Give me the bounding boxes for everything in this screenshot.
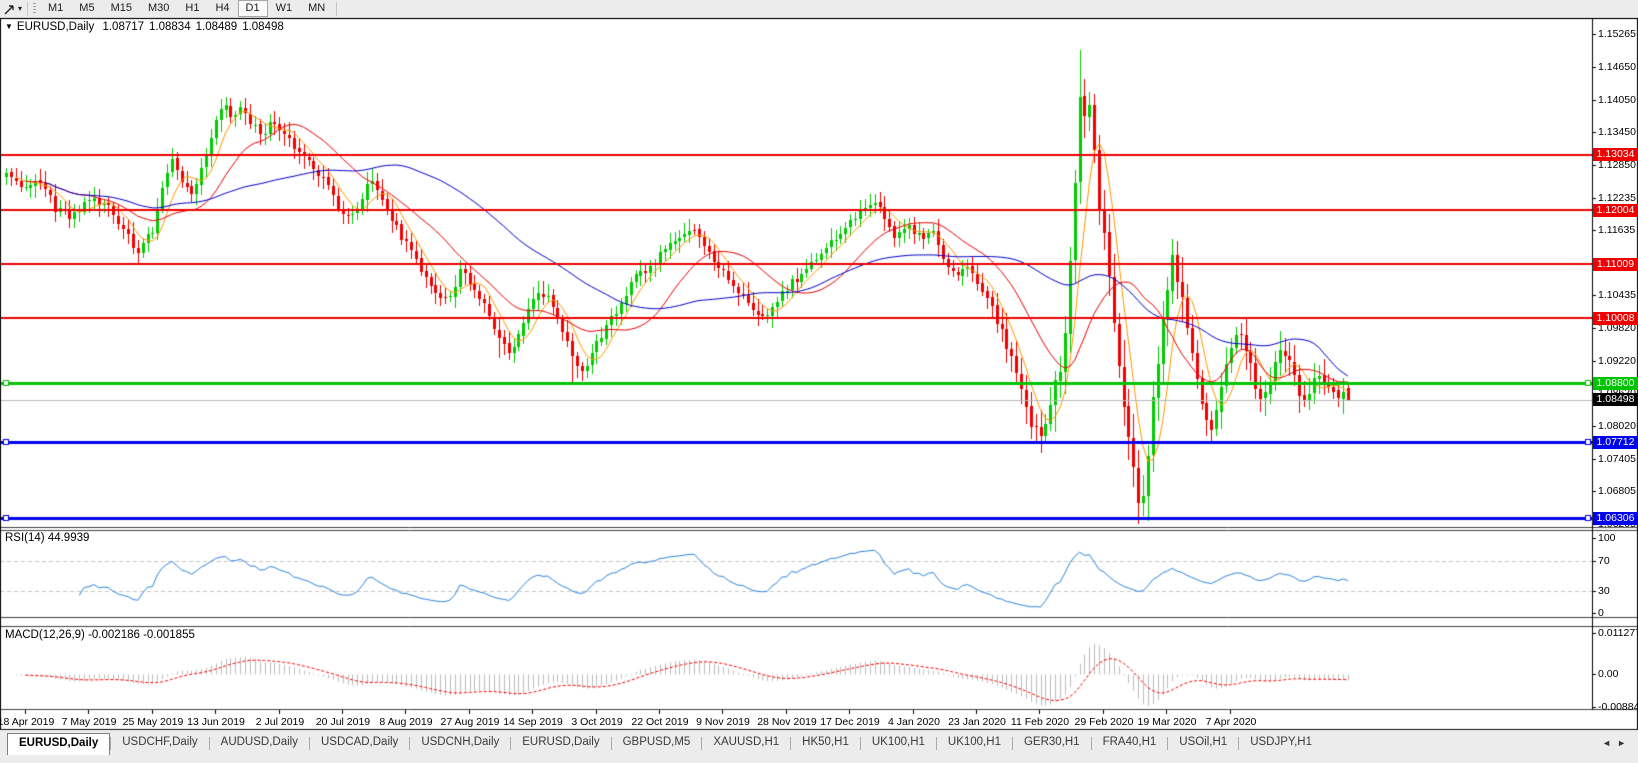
chart-tab-USDCAD-Daily[interactable]: USDCAD,Daily: [310, 733, 409, 753]
date-label: 18 Apr 2019: [0, 716, 55, 728]
chart-tab-XAUUSD-H1[interactable]: XAUUSD,H1: [702, 733, 790, 753]
resistance-line-tag: 1.10008: [1593, 312, 1638, 325]
date-label: 25 May 2019: [122, 716, 184, 728]
timeframe-button-D1[interactable]: D1: [237, 0, 268, 17]
date-label: 22 Oct 2019: [631, 716, 689, 728]
date-label: 2 Jul 2019: [255, 716, 305, 728]
date-label: 7 Apr 2020: [1205, 716, 1257, 728]
timeframe-button-MN[interactable]: MN: [300, 0, 333, 17]
timeframe-buttons: M1 M5 M15 M30 H1 H4 D1 W1 MN: [40, 0, 333, 17]
chart-tab-HK50-H1[interactable]: HK50,H1: [791, 733, 860, 753]
chart-tab-USOil-H1[interactable]: USOil,H1: [1168, 733, 1238, 753]
chart-tab-FRA40-H1[interactable]: FRA40,H1: [1092, 733, 1168, 753]
date-label: 4 Jan 2020: [888, 716, 940, 728]
macd-axis-label: 0.011277: [1598, 627, 1638, 639]
ohlc-high: 1.08834: [149, 21, 191, 33]
timeframe-button-M1[interactable]: M1: [40, 0, 71, 17]
price-tick-label: 1.07405: [1598, 453, 1636, 465]
mt4-app: { "toolbar": { "tool_icon": "chart-curso…: [0, 0, 1638, 763]
chart-tab-EURUSD-Daily[interactable]: EURUSD,Daily: [7, 733, 111, 755]
date-label: 13 Jun 2019: [187, 716, 245, 728]
tab-scroll-left-icon[interactable]: ◄: [1602, 738, 1617, 748]
macd-indicator-label: MACD(12,26,9) -0.002186 -0.001855: [5, 629, 195, 641]
price-axis-ticks: 1.15265 1.14650 1.14050 1.13450 1.12850 1.122…: [0, 18, 1638, 527]
chart-dropdown-icon[interactable]: ▼: [5, 22, 13, 31]
price-tick-label: 1.09220: [1598, 355, 1636, 367]
resistance-line-tag: 1.13034: [1593, 148, 1638, 161]
rsi-indicator-label: RSI(14) 44.9939: [5, 532, 90, 544]
chart-tab-bar: ◄► EURUSD,Daily USDCHF,Daily AUDUSD,Daily U…: [0, 732, 1638, 763]
timeframe-button-M15[interactable]: M15: [103, 0, 140, 17]
price-tick-label: 1.08020: [1598, 420, 1636, 432]
chart-tab-UK100-H1[interactable]: UK100,H1: [937, 733, 1012, 753]
toolbar-separator: [336, 1, 338, 16]
rsi-level-label: 30: [1598, 585, 1610, 597]
toolbar-grip[interactable]: [33, 2, 37, 15]
chart-tab-GBPUSD-M5[interactable]: GBPUSD,M5: [612, 733, 702, 753]
tab-scroll-right-icon[interactable]: ►: [1617, 738, 1632, 748]
date-label: 23 Jan 2020: [948, 716, 1006, 728]
chart-cursor-icon[interactable]: [2, 2, 18, 16]
chart-title: ▼ EURUSD,Daily 1.08717 1.08834 1.08489 1.084…: [5, 21, 289, 33]
date-label: 17 Dec 2019: [820, 716, 880, 728]
date-label: 14 Sep 2019: [503, 716, 563, 728]
date-label: 28 Nov 2019: [757, 716, 817, 728]
price-tick-label: 1.15265: [1598, 28, 1636, 40]
chart-tab-USDCHF-Daily[interactable]: USDCHF,Daily: [111, 733, 208, 753]
timeframe-toolbar: ▾ M1 M5 M15 M30 H1 H4 D1 W1 MN: [0, 0, 1638, 18]
ohlc-open: 1.08717: [102, 21, 145, 33]
price-tick-label: 1.10435: [1598, 289, 1636, 301]
chart-tab-UK100-H1[interactable]: UK100,H1: [861, 733, 936, 753]
timeframe-button-W1[interactable]: W1: [268, 0, 301, 17]
support-line-tag: 1.06306: [1593, 512, 1638, 525]
ohlc-close: 1.08498: [242, 21, 284, 33]
chart-tab-USDCNH-Daily[interactable]: USDCNH,Daily: [410, 733, 510, 753]
date-label: 9 Nov 2019: [696, 716, 750, 728]
tab-scroll-arrows: ◄►: [1602, 738, 1632, 748]
date-label: 29 Feb 2020: [1074, 716, 1134, 728]
rsi-level-label: 70: [1598, 555, 1610, 567]
resistance-line-tag: 1.12004: [1593, 204, 1638, 217]
support-line-tag: 1.07712: [1593, 436, 1638, 449]
toolbar-separator: [27, 1, 29, 16]
chart-tab-GER30-H1[interactable]: GER30,H1: [1013, 733, 1091, 753]
date-label: 3 Oct 2019: [571, 716, 623, 728]
price-tick-label: 1.14050: [1598, 94, 1636, 106]
date-label: 8 Aug 2019: [379, 716, 433, 728]
chart-tab-USDJPY-H1[interactable]: USDJPY,H1: [1239, 733, 1323, 753]
price-tick-label: 1.11635: [1598, 224, 1636, 236]
price-tick-label: 1.13450: [1598, 126, 1636, 138]
rsi-level-label: 0: [1598, 607, 1604, 619]
date-label: 20 Jul 2019: [315, 716, 371, 728]
macd-axis-label: -0.008845: [1598, 701, 1638, 713]
date-label: 11 Feb 2020: [1010, 716, 1070, 728]
price-tick-label: 1.06805: [1598, 485, 1636, 497]
resistance-line-tag: 1.11009: [1593, 258, 1638, 271]
timeframe-button-H4[interactable]: H4: [207, 0, 237, 17]
timeframe-button-M30[interactable]: M30: [140, 0, 177, 17]
price-tick-label: 1.14650: [1598, 61, 1636, 73]
macd-axis-label: 0.00: [1598, 668, 1619, 680]
chart-symbol-period: EURUSD,Daily: [16, 21, 95, 33]
chart-tab-AUDUSD-Daily[interactable]: AUDUSD,Daily: [210, 733, 309, 753]
rsi-level-label: 100: [1598, 532, 1616, 544]
current-price-tag: 1.08498: [1593, 393, 1638, 406]
chart-window: ▼ EURUSD,Daily 1.08717 1.08834 1.08489 1.084…: [0, 18, 1638, 731]
ohlc-low: 1.08489: [195, 21, 238, 33]
date-label: 7 May 2019: [61, 716, 117, 728]
support-line-tag: 1.08800: [1593, 377, 1638, 390]
date-label: 19 Mar 2020: [1137, 716, 1197, 728]
date-label: 27 Aug 2019: [440, 716, 500, 728]
dropdown-caret-icon[interactable]: ▾: [18, 2, 22, 16]
chart-tab-EURUSD-Daily[interactable]: EURUSD,Daily: [511, 733, 610, 753]
timeframe-button-H1[interactable]: H1: [177, 0, 207, 17]
timeframe-button-M5[interactable]: M5: [71, 0, 102, 17]
